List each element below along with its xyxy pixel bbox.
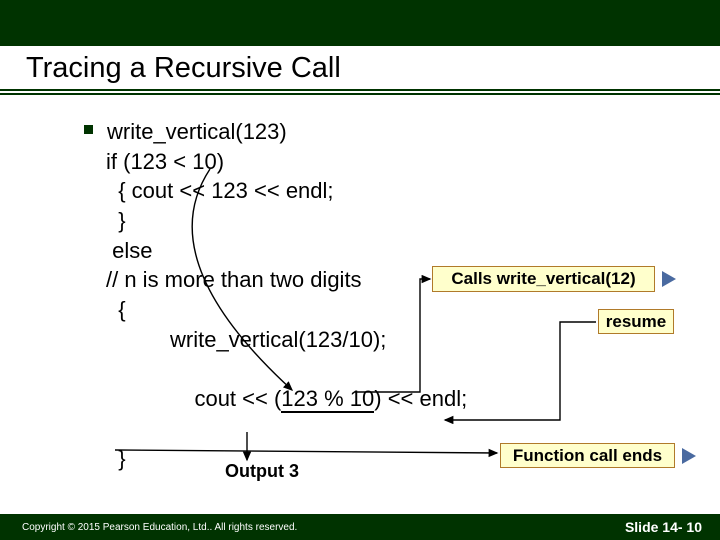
page-title: Tracing a Recursive Call bbox=[26, 52, 341, 84]
bullet-icon bbox=[84, 125, 93, 134]
code-text: ) << endl; bbox=[374, 386, 467, 411]
resume-label: resume bbox=[606, 312, 666, 332]
output-label: Output 3 bbox=[225, 461, 299, 482]
code-line-5: else bbox=[40, 236, 720, 266]
code-line-2: if (123 < 10) bbox=[40, 147, 720, 177]
code-text: write_vertical(123) bbox=[107, 117, 287, 147]
slide-number: Slide 14- 10 bbox=[625, 519, 702, 535]
calls-label: Calls write_vertical(12) bbox=[451, 269, 635, 289]
code-line-3: { cout << 123 << endl; bbox=[40, 176, 720, 206]
code-text: cout << ( bbox=[194, 386, 281, 411]
ends-label-box: Function call ends bbox=[500, 443, 675, 468]
header-band bbox=[0, 0, 720, 46]
calls-label-box: Calls write_vertical(12) bbox=[432, 266, 655, 292]
resume-label-box: resume bbox=[598, 309, 674, 334]
code-line-1: write_vertical(123) bbox=[40, 117, 720, 147]
code-line-9: cout << (123 % 10) << endl; bbox=[40, 355, 720, 444]
footer-bar: Copyright © 2015 Pearson Education, Ltd.… bbox=[0, 514, 720, 540]
ends-label: Function call ends bbox=[513, 446, 662, 466]
title-bar: Tracing a Recursive Call bbox=[0, 46, 720, 91]
right-arrow-icon bbox=[682, 448, 696, 464]
copyright-text: Copyright © 2015 Pearson Education, Ltd.… bbox=[22, 522, 297, 533]
code-underlined: 123 % 10 bbox=[281, 386, 374, 413]
code-line-4: } bbox=[40, 206, 720, 236]
right-arrow-icon bbox=[662, 271, 676, 287]
